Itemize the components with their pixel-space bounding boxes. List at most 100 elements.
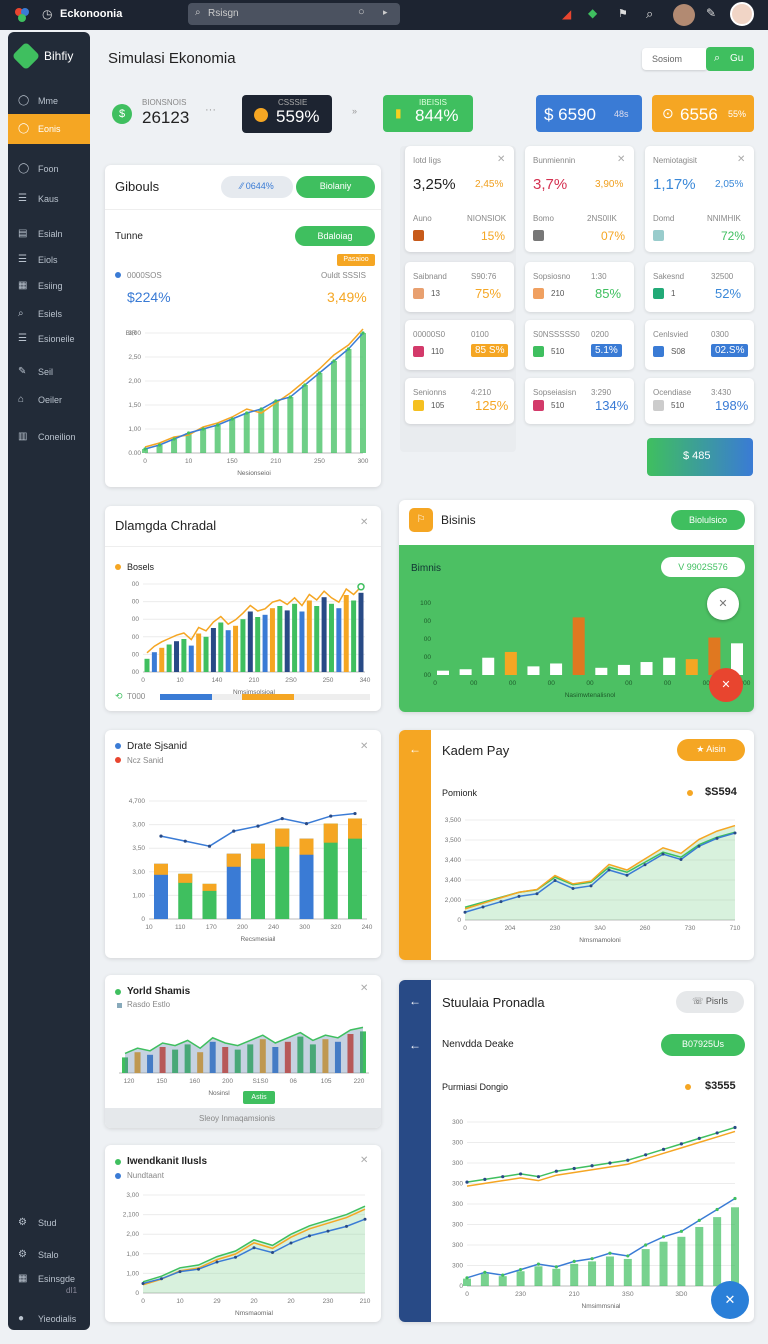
gibouls-xtick: 250 (314, 458, 325, 465)
sidebar-item-12[interactable]: ▥ Coneilion (8, 426, 90, 448)
kpi-card-12[interactable]: Ocendiase 3:430 510 198% (645, 378, 754, 424)
drate-ytick: 3,00 (132, 822, 145, 829)
stuulaia-ytick: 300 (452, 1201, 463, 1208)
iwend-point (363, 1217, 367, 1221)
stuulaia-xtick: 3S0 (622, 1291, 634, 1298)
header-search-button[interactable]: Sosiom (642, 48, 708, 70)
coin-icon: ⊙ (662, 105, 674, 121)
kpi-card-6[interactable]: Sakesnd 32500 1 52% (645, 262, 754, 312)
world-xtick: 160 (189, 1078, 200, 1085)
sidebar-item-label: Esiels (38, 309, 63, 319)
gibouls-point (346, 347, 351, 351)
stat-1-label: BIONSNOIS (142, 98, 187, 107)
kpi-card-7[interactable]: 00000S0 0100 110 85 S% (405, 320, 514, 370)
sidebar-item-label: Stalo (38, 1250, 59, 1260)
stuulaia-xtick: 230 (515, 1291, 526, 1298)
go-button[interactable]: ⌕ Gu (706, 47, 754, 71)
sidebar-item-10[interactable]: ✎ Seil (8, 361, 90, 383)
chart-icon[interactable]: ◢ (562, 7, 571, 21)
sidebar-item-11[interactable]: ⌂ Oeiler (8, 389, 90, 411)
stuulaia-point (644, 1243, 648, 1247)
more-icon[interactable]: ··· (205, 104, 216, 116)
stuulaia-ytick: 300 (452, 1222, 463, 1229)
notification-icon[interactable]: ◆ (588, 6, 597, 20)
kpi-card-8[interactable]: S0NSSSSS0 0200 510 5.1% (525, 320, 634, 370)
kpi-card-1[interactable]: Iotd Iigs ✕ 3,25% 2,45% Auno NIONSIOK 15% (405, 146, 514, 252)
stuulaia-point (501, 1175, 505, 1179)
close-icon[interactable]: ✕ (360, 517, 368, 528)
sidebar-bottom-item-1[interactable]: ⚙ Stud (8, 1212, 90, 1234)
sidebar-bottom-item-4[interactable]: ● Yieodialis (8, 1308, 90, 1330)
sidebar-item-6[interactable]: ☰ Eiols (8, 249, 90, 271)
search-icon[interactable]: ⌕ (646, 6, 653, 22)
close-icon[interactable]: ✕ (360, 741, 368, 752)
drate-point (159, 834, 163, 838)
sidebar-item-5[interactable]: ▤ Esialn (8, 223, 90, 245)
user-avatar[interactable] (730, 2, 754, 26)
gibouls-point (157, 443, 162, 447)
kpi-card-2[interactable]: Bunmiennin ✕ 3,7% 3,90% Bomo 2NS0IIK 07% (525, 146, 634, 252)
sidebar-item-3[interactable]: ◯ Foon (8, 158, 90, 180)
gibouls-pill-2[interactable]: Biolaniy (296, 176, 375, 198)
kadem-xlabel: Nmsmamoloni (579, 937, 621, 944)
sidebar-item-1[interactable]: ◯ Mme (8, 90, 90, 112)
stuulaia-button[interactable]: ☏ Pisrls (676, 991, 744, 1013)
gibouls-add-button[interactable]: Bdaloiag (295, 226, 375, 246)
close-icon[interactable]: ✕ (360, 983, 368, 994)
close-icon[interactable]: ✕ (737, 154, 745, 165)
dlamgda-bar (277, 606, 283, 672)
kpi-card-9[interactable]: Cenlsvied 0300 S08 02.S% (645, 320, 754, 370)
search-clear-icon[interactable]: ○ (358, 6, 365, 18)
bisinis-icon: ⚐ (409, 508, 433, 532)
avatar[interactable] (673, 4, 695, 26)
stat-5-suffix: 55% (728, 109, 747, 119)
kpi-card-4[interactable]: Saibnand S90:76 13 75% (405, 262, 514, 312)
sidebar-item-4[interactable]: ☰ Kaus (8, 188, 90, 210)
bisinis-bar (527, 666, 540, 675)
flag-icon[interactable]: ⚑ (618, 7, 628, 20)
bisinis-button[interactable]: Biolulsico (671, 510, 745, 530)
search-input[interactable]: ⌕ Rsisgn ○ ▸ (188, 3, 400, 25)
dlamgda-bar (255, 617, 261, 672)
kpi-subvalue: 105 (431, 401, 445, 410)
kpi-chip-icon (413, 400, 424, 411)
gibouls-pill-1[interactable]: ⁄⁄ 0644% (221, 176, 293, 198)
edit-icon[interactable]: ✎ (706, 6, 716, 20)
kpi-chip-icon (533, 230, 544, 241)
sidebar-item-2[interactable]: ◯ Eonis (8, 114, 90, 144)
kpi-card-10[interactable]: Senionns 4:210 105 125% (405, 378, 514, 424)
sidebar-item-label: Eiols (38, 255, 58, 265)
kpi-card-11[interactable]: Sopseiasisn 3:290 510 134% (525, 378, 634, 424)
drate-point (329, 814, 333, 818)
sidebar-item-8[interactable]: ⌕ Esiels (8, 303, 90, 325)
back-icon[interactable]: ← (409, 994, 421, 1008)
close-icon[interactable]: ✕ (617, 154, 625, 165)
stuulaia-fab-button[interactable]: ✕ (711, 1281, 749, 1319)
more-icon[interactable]: » (352, 106, 357, 116)
kpi-card-5[interactable]: Sopsiosno 1:30 210 85% (525, 262, 634, 312)
bisinis-subtitle: Bimnis (411, 563, 442, 574)
sidebar-item-label: Esiing (38, 281, 63, 291)
close-icon[interactable]: ✕ (497, 154, 505, 165)
stuulaia-xtick: 210 (569, 1291, 580, 1298)
sidebar-item-7[interactable]: ▦ Esiing (8, 275, 90, 297)
world-footer: Sleoy Inmaqamsionis (105, 1108, 381, 1128)
kpi-action-button[interactable]: $ 485 (647, 438, 753, 476)
close-icon[interactable]: ✕ (360, 1155, 368, 1166)
back-icon[interactable]: ← (409, 1038, 421, 1052)
sidebar-bottom-item-3[interactable]: ▦ Esinsgde dI1 (8, 1268, 90, 1295)
iwend-point (160, 1277, 163, 1281)
kpi-subcode: 2NS0IIK (587, 214, 617, 223)
world-xtick: 200 (222, 1078, 233, 1085)
bisinis-delete-button[interactable]: ✕ (709, 668, 743, 702)
globe-icon[interactable]: ◷ (42, 7, 52, 21)
iwend-point (252, 1246, 256, 1250)
sidebar-item-9[interactable]: ☰ Esioneile (8, 328, 90, 350)
kadem-button[interactable]: ★ Aisin (677, 739, 745, 761)
list-icon: ☰ (18, 193, 27, 204)
search-go-icon[interactable]: ▸ (383, 7, 388, 18)
sidebar-bottom-item-2[interactable]: ⚙ Stalo (8, 1244, 90, 1266)
back-icon[interactable]: ← (409, 742, 421, 756)
kpi-card-3[interactable]: Nemiotagisit ✕ 1,17% 2,05% Domd NNIMHIK 72% (645, 146, 754, 252)
bisinis-close-button[interactable]: ✕ (707, 588, 739, 620)
